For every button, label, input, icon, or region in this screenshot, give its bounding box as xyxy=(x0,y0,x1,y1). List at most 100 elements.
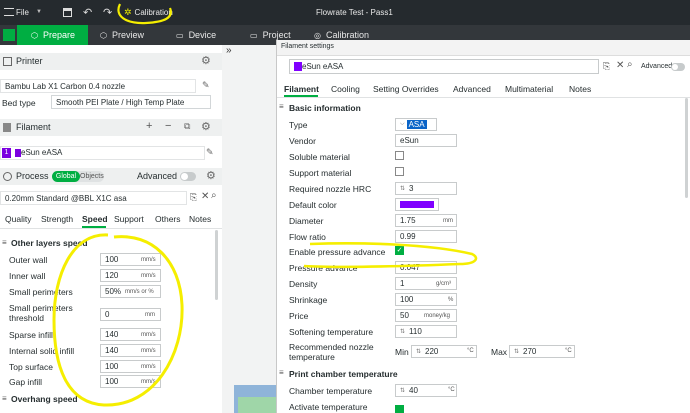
home-icon[interactable] xyxy=(3,29,15,41)
other-layers-speed-title: Other layers speed xyxy=(11,238,88,248)
dtab-multimaterial[interactable]: Multimaterial xyxy=(505,84,553,94)
mode-objects[interactable]: Objects xyxy=(80,171,104,182)
subtab-divider xyxy=(0,228,222,229)
gear-icon[interactable]: ⚙ xyxy=(201,54,211,67)
tab-preview[interactable]: ⬡ Preview xyxy=(100,25,144,45)
dialog-close-icon[interactable]: ✕ xyxy=(616,60,624,71)
pa-value: 0.047 xyxy=(400,263,421,272)
gap-infill-label: Gap infill xyxy=(9,377,43,387)
process-mode-toggle[interactable]: Global Objects xyxy=(52,171,104,182)
tab-prepare[interactable]: ⬡ Prepare xyxy=(17,25,88,45)
outer-wall-unit: mm/s xyxy=(141,257,156,263)
printer-select[interactable]: Bambu Lab X1 Carbon 0.4 nozzle xyxy=(0,79,196,93)
plate-base xyxy=(238,397,276,413)
app-menu-icon[interactable] xyxy=(4,8,14,16)
inner-wall-label: Inner wall xyxy=(9,271,46,281)
vendor-select[interactable]: eSun xyxy=(395,134,457,147)
filament-edit-icon[interactable]: ✎ xyxy=(206,147,214,158)
mode-global[interactable]: Global xyxy=(52,171,80,182)
process-preset: 0.20mm Standard @BBL X1C asa xyxy=(5,193,127,203)
filament-slot[interactable]: 1 eSun eASA xyxy=(0,146,205,160)
filament-section-title: Filament xyxy=(16,122,51,132)
undo-icon[interactable]: ↶ xyxy=(83,6,92,19)
type-label: Type xyxy=(289,120,308,130)
price-value: 50 xyxy=(400,311,409,320)
device-icon: ▭ xyxy=(176,30,184,40)
vertical-scrollbar[interactable] xyxy=(215,230,218,300)
printer-section-header: Printer ⚙ xyxy=(0,53,222,70)
subtab-quality[interactable]: Quality xyxy=(5,214,31,224)
preview-icon: ⬡ xyxy=(100,30,107,40)
edit-icon[interactable]: ✎ xyxy=(202,80,210,91)
filament-settings-icon[interactable]: ⧉ xyxy=(184,121,190,132)
tab-device[interactable]: ▭ Device xyxy=(176,25,216,45)
min-label: Min xyxy=(395,347,409,357)
dtab-divider xyxy=(277,97,690,98)
overhang-speed-title: Overhang speed xyxy=(11,394,78,404)
printer-section-title: Printer xyxy=(16,56,43,66)
small-perimeters-label: Small perimeters xyxy=(9,287,73,297)
plate-canvas[interactable]: » xyxy=(222,45,276,413)
dialog-scrollbar[interactable] xyxy=(685,98,688,198)
rec-nozzle-label: Recommended nozzle temperature xyxy=(289,342,374,362)
min-temp-value: 220 xyxy=(425,347,439,356)
type-select[interactable]: ⌵ ASA xyxy=(395,118,437,131)
subtab-strength[interactable]: Strength xyxy=(41,214,73,224)
tab-prepare-label: Prepare xyxy=(42,30,76,40)
softening-input[interactable]: ⇅ 110 xyxy=(395,325,457,338)
dialog-advanced-knob xyxy=(672,64,678,70)
calibration-button[interactable]: ✲ Calibration xyxy=(124,5,173,20)
save-icon[interactable] xyxy=(63,8,72,17)
dtab-filament[interactable]: Filament xyxy=(284,84,319,94)
process-gear-icon[interactable]: ⚙ xyxy=(206,169,216,182)
activate-temp-checkbox[interactable] xyxy=(395,405,404,413)
soluble-checkbox[interactable] xyxy=(395,151,404,160)
support-checkbox[interactable] xyxy=(395,167,404,176)
dtab-setting-overrides[interactable]: Setting Overrides xyxy=(373,84,439,94)
internal-solid-infill-value: 140 xyxy=(105,346,119,355)
subtab-support[interactable]: Support xyxy=(114,214,144,224)
subtab-speed[interactable]: Speed xyxy=(82,214,108,224)
advanced-toggle[interactable] xyxy=(180,172,196,181)
subtab-others[interactable]: Others xyxy=(155,214,181,224)
softening-spin-icon: ⇅ xyxy=(400,329,406,335)
printer-icon xyxy=(3,57,12,66)
small-perimeters-threshold-label: Small perimeters threshold xyxy=(9,303,73,323)
dtab-cooling[interactable]: Cooling xyxy=(331,84,360,94)
dialog-advanced-toggle[interactable] xyxy=(671,63,685,71)
diameter-unit: mm xyxy=(443,218,453,224)
dtab-notes[interactable]: Notes xyxy=(569,84,591,94)
process-save-icon[interactable]: ⎘ xyxy=(190,192,197,203)
process-preset-select[interactable]: 0.20mm Standard @BBL X1C asa xyxy=(0,191,187,205)
basic-info-icon: ≡ xyxy=(279,102,284,111)
dialog-preset-select[interactable]: eSun eASA xyxy=(289,59,599,74)
bed-type-label: Bed type xyxy=(2,98,36,108)
inner-wall-value: 120 xyxy=(105,271,119,280)
flow-ratio-input[interactable]: 0.99 xyxy=(395,230,457,243)
enable-pa-checkbox[interactable]: ✓ xyxy=(395,246,404,255)
process-close-icon[interactable]: ✕ xyxy=(201,191,209,202)
density-value: 1 xyxy=(400,279,405,288)
nozzle-hrc-input[interactable]: ⇅ 3 xyxy=(395,182,457,195)
add-icon[interactable]: + xyxy=(146,120,152,132)
max-temp-value: 270 xyxy=(523,347,537,356)
subtab-notes[interactable]: Notes xyxy=(189,214,211,224)
remove-icon[interactable]: − xyxy=(165,120,171,132)
file-menu[interactable]: File xyxy=(16,8,29,17)
collapse-panel-icon[interactable]: » xyxy=(226,45,232,56)
dtab-advanced[interactable]: Advanced xyxy=(453,84,491,94)
prepare-icon: ⬡ xyxy=(31,30,38,40)
process-search-icon[interactable]: ⌕ xyxy=(211,190,217,201)
dialog-preset-name: eSun eASA xyxy=(302,62,344,71)
dialog-search-icon[interactable]: ⌕ xyxy=(627,59,633,70)
dialog-save-icon[interactable]: ⎘ xyxy=(603,61,610,72)
top-surface-label: Top surface xyxy=(9,362,53,372)
internal-solid-infill-unit: mm/s xyxy=(141,348,156,354)
redo-icon[interactable]: ↷ xyxy=(103,6,112,19)
support-label: Support material xyxy=(289,168,352,178)
pa-input[interactable]: 0.047 xyxy=(395,261,457,274)
bed-type-select[interactable]: Smooth PEI Plate / High Temp Plate xyxy=(51,95,211,109)
default-color-picker[interactable] xyxy=(395,198,439,211)
vendor-value: eSun xyxy=(400,136,419,145)
filament-gear-icon[interactable]: ⚙ xyxy=(201,120,211,133)
